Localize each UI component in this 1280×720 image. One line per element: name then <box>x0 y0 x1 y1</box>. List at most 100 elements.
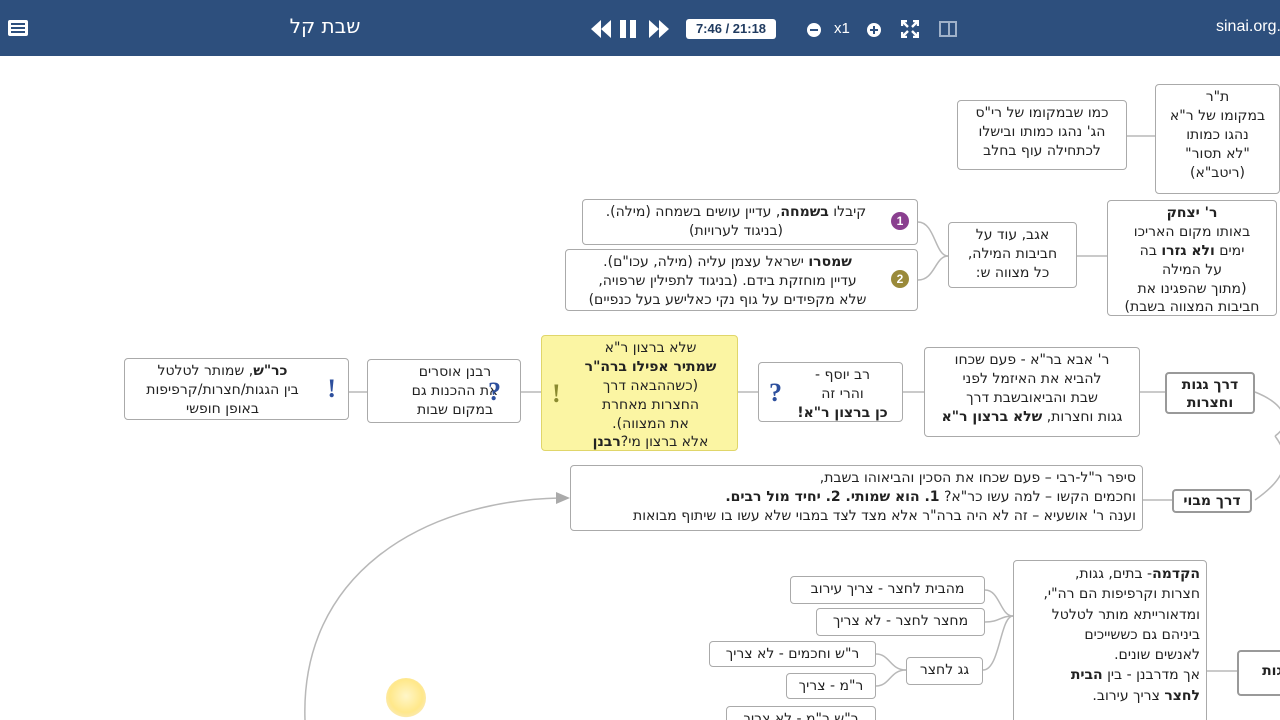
lesson-title: שבת קל <box>289 14 361 38</box>
node-text: מהבית לחצר - צריך עירוב <box>810 581 965 597</box>
node-rav-yosef[interactable]: רב יוסף - והרי זה כן ברצון ר"א! ? <box>758 362 903 422</box>
node-text: ר"מ - צריך <box>798 678 864 694</box>
rewind-icon[interactable] <box>590 18 612 40</box>
node-mechatzer[interactable]: מחצר לחצר - לא צריך <box>816 608 985 636</box>
split-view-icon[interactable] <box>938 20 958 38</box>
node-rm[interactable]: ר"מ - צריך <box>786 673 876 699</box>
exclamation-icon: ! <box>552 379 561 408</box>
node-text: באופן חופשי <box>185 400 260 417</box>
node-text: וחכמים הקשו – למה עשו כר"א? 1. הוא שמותי… <box>725 488 1136 505</box>
node-text: להביא את האיזמל לפני <box>962 370 1102 387</box>
node-rabanan[interactable]: רבנן אוסרים את ההכנות גם במקום שבות ? <box>367 359 521 423</box>
mindmap-canvas[interactable]: ת"ר במקומו של ר"א נהגו כמותו "לא תסור" (… <box>0 56 1280 720</box>
node-text: שבת והביאובשבת דרך <box>966 389 1098 406</box>
zoom-in-icon[interactable] <box>866 22 882 38</box>
node-text: אך מדרבנן - בין הבית <box>1070 667 1200 684</box>
node-text: הקדמה- בתים, גגות, <box>1074 566 1200 582</box>
node-text: שמתיר אפילו ברה"ר <box>584 358 717 375</box>
node-r-abba[interactable]: ר' אבא בר"א - פעם שכחו להביא את האיזמל ל… <box>924 347 1140 437</box>
node-sipper[interactable]: סיפר ר"ל-רבי – פעם שכחו את הסכין והביאוה… <box>570 465 1143 531</box>
node-rys[interactable]: כמו שבמקומו של רי"ס הג' נהגו כמותו ובישל… <box>957 100 1127 170</box>
node-text: ר' אבא בר"א - פעם שכחו <box>954 352 1110 368</box>
node-text: מחצר לחצר - לא צריך <box>832 613 969 629</box>
node-rsh-chachamim[interactable]: ר"ש וחכמים - לא צריך <box>709 641 876 667</box>
node-derech-gagot[interactable]: דרך גגות וחצרות <box>1165 372 1255 414</box>
node-hakdama[interactable]: הקדמה- בתים, גגות, חצרות וקרפיפות הם רה"… <box>1013 560 1207 720</box>
node-text: קיבלו בשמחה, עדיין עושים בשמחה (מילה). <box>605 204 867 220</box>
node-gag-lechatzer[interactable]: גג לחצר <box>906 657 983 685</box>
node-text: דרך גגות <box>1181 377 1239 393</box>
node-text: לכתחילה עוף בחלב <box>983 142 1101 159</box>
node-text: כר"ש, שמותר לטלטל <box>157 363 288 379</box>
light-bulb-icon <box>386 678 426 718</box>
exclamation-icon: ! <box>327 374 336 403</box>
node-text: ביניהם גם כששייכים <box>1084 626 1200 643</box>
node-text: כל מצווה ש: <box>975 264 1050 281</box>
node-text: את המצווה). <box>612 415 689 432</box>
node-text: וענה ר' אושעיא – זה לא היה ברה"ר אלא מצד… <box>633 507 1136 524</box>
node-text: ימים ולא גזרו בה <box>1139 242 1245 259</box>
node-text: ומדאורייתא מותר לטלטל <box>1051 606 1200 623</box>
node-yellow-note[interactable]: שלא ברצון ר"א שמתיר אפילו ברה"ר (כשההבאה… <box>541 335 738 451</box>
number-1-icon: 1 <box>891 212 909 230</box>
node-text: גגות <box>1262 663 1280 679</box>
top-bar: שבת קל 7:46 / 21:18 x1 sinai.org. <box>0 0 1280 56</box>
node-text: שלא ברצון ר"א <box>604 340 697 356</box>
node-text: ר' יצחק <box>1166 205 1218 221</box>
node-text: (בניגוד לערויות) <box>688 222 783 239</box>
node-text: וחצרות <box>1186 394 1234 411</box>
zoom-out-icon[interactable] <box>806 22 822 38</box>
menu-icon[interactable] <box>8 20 28 36</box>
node-tr[interactable]: ת"ר במקומו של ר"א נהגו כמותו "לא תסור" (… <box>1155 84 1280 194</box>
node-text: והרי זה <box>821 385 864 402</box>
node-derech-mavoi[interactable]: דרך מבוי <box>1172 489 1252 513</box>
node-text: באותו מקום האריכו <box>1133 223 1251 240</box>
question-icon: ? <box>769 378 782 407</box>
node-r-yitzchak[interactable]: ר' יצחק באותו מקום האריכו ימים ולא גזרו … <box>1107 200 1277 316</box>
node-gagot[interactable]: גגות <box>1237 650 1280 696</box>
node-text: אגב, עוד על <box>975 227 1050 243</box>
node-text: סיפר ר"ל-רבי – פעם שכחו את הסכין והביאוה… <box>819 470 1136 486</box>
node-text: כמו שבמקומו של רי"ס <box>975 105 1109 121</box>
node-text: (ריטב"א) <box>1190 164 1245 181</box>
node-rsh-rm[interactable]: ר"ש ר"מ - לא צריך <box>726 706 876 720</box>
node-text: הג' נהגו כמותו ובישלו <box>978 123 1106 140</box>
node-text: "לא תסור" <box>1185 145 1250 162</box>
fast-forward-icon[interactable] <box>648 18 670 40</box>
brand-text: sinai.org. <box>1216 18 1280 35</box>
node-mebayit[interactable]: מהבית לחצר - צריך עירוב <box>790 576 985 604</box>
pause-icon[interactable] <box>617 18 639 40</box>
node-shamru[interactable]: שמסרו ישראל עצמן עליה (מילה, עכו"ם). עדי… <box>565 249 918 311</box>
question-icon: ? <box>488 377 501 406</box>
node-text: כן ברצון ר"א! <box>797 404 888 421</box>
node-text: חביבות המילה, <box>967 245 1058 262</box>
node-text: חביבות המצווה בשבת) <box>1124 299 1260 316</box>
node-text: על המילה <box>1161 261 1223 278</box>
speed-value: x1 <box>834 20 850 37</box>
node-text: (כשההבאה דרך <box>602 377 699 394</box>
node-krash[interactable]: כר"ש, שמותר לטלטל בין הגגות/חצרות/קרפיפו… <box>124 358 349 420</box>
node-text: גגות וחצרות, שלא ברצון ר"א <box>941 408 1123 425</box>
node-text: גג לחצר <box>919 662 970 678</box>
node-text: עדיין מוחזקת בידם. (בניגוד לתפילין שרפוי… <box>598 272 857 289</box>
node-text: אלא ברצון מי?רבנן <box>592 434 709 451</box>
node-text: ת"ר <box>1205 89 1230 105</box>
time-display: 7:46 / 21:18 <box>686 19 776 39</box>
node-text: במקומו של ר"א <box>1169 107 1266 124</box>
node-text: לחצר צריך עירוב. <box>1092 687 1200 704</box>
node-text: ר"ש וחכמים - לא צריך <box>725 646 860 662</box>
node-text: דרך מבוי <box>1183 493 1241 509</box>
node-text: (מתוך שהפגינו את <box>1137 280 1247 297</box>
node-text: ר"ש ר"מ - לא צריך <box>743 711 859 720</box>
node-text: חצרות וקרפיפות הם רה"י, <box>1043 586 1200 603</box>
node-kiblu[interactable]: קיבלו בשמחה, עדיין עושים בשמחה (מילה). (… <box>582 199 918 245</box>
node-text: שלא מקפידים על גוף נקי כאלישע בעל כנפיים… <box>588 291 867 308</box>
node-text: שמסרו ישראל עצמן עליה (מילה, עכו"ם). <box>603 254 852 270</box>
node-agav[interactable]: אגב, עוד על חביבות המילה, כל מצווה ש: <box>948 222 1077 288</box>
number-2-icon: 2 <box>891 270 909 288</box>
node-text: לאנשים שונים. <box>1114 647 1200 664</box>
node-text: נהגו כמותו <box>1186 126 1249 143</box>
node-text: רב יוסף - <box>815 367 870 383</box>
fullscreen-icon[interactable] <box>900 19 920 39</box>
node-text: בין הגגות/חצרות/קרפיפות <box>146 381 299 398</box>
